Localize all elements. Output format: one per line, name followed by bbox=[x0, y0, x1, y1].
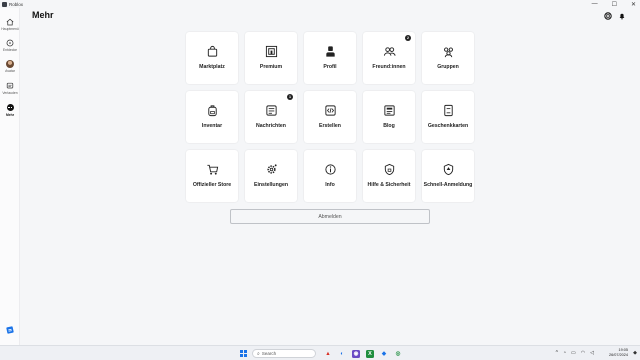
wifi-icon[interactable]: ◠ bbox=[581, 350, 585, 356]
tile-gift-cards[interactable]: Geschenkkarten bbox=[422, 91, 474, 143]
display-icon[interactable]: ▭ bbox=[571, 350, 576, 356]
chevron-up-icon[interactable]: ^ bbox=[556, 350, 558, 356]
edge-app-icon[interactable]: ◐ bbox=[338, 350, 346, 358]
info-icon bbox=[323, 162, 337, 176]
sidebar: Hauptmenü Entdecke Avatar Verlauden Mehr bbox=[0, 8, 20, 345]
tile-official-store[interactable]: Offizieller Store bbox=[186, 150, 238, 202]
roblox-taskbar-icon[interactable]: ◆ bbox=[380, 350, 388, 358]
robux-icon[interactable] bbox=[603, 11, 612, 20]
clock-date: 26/07/2024 bbox=[608, 353, 628, 357]
groups-icon bbox=[441, 44, 455, 58]
window-title: Roblox bbox=[9, 1, 24, 7]
tile-label: Einstellungen bbox=[253, 182, 288, 188]
settings-icon bbox=[264, 162, 278, 176]
maximize-button[interactable]: ☐ bbox=[612, 1, 617, 8]
close-button[interactable]: ✕ bbox=[631, 1, 636, 8]
search-icon: ⌕ bbox=[257, 350, 260, 357]
sidebar-item-label: Verlauden bbox=[2, 91, 18, 95]
tile-settings[interactable]: Einstellungen bbox=[245, 150, 297, 202]
friends-badge: 2 bbox=[405, 35, 411, 41]
more-icon bbox=[6, 103, 15, 112]
network-icon[interactable]: ◔ bbox=[563, 350, 566, 356]
taskbar-clock[interactable]: 19:05 26/07/2024 bbox=[609, 348, 628, 358]
profile-icon bbox=[323, 44, 337, 58]
sidebar-item-label: Hauptmenü bbox=[1, 27, 19, 31]
tile-label: Premium bbox=[259, 64, 283, 70]
windows-start-icon[interactable] bbox=[240, 350, 247, 357]
tile-premium[interactable]: Premium bbox=[245, 32, 297, 84]
shopping-bag-icon bbox=[205, 44, 219, 58]
tile-label: Offizieller Store bbox=[192, 182, 232, 188]
tile-label: Profil bbox=[323, 64, 337, 70]
blog-icon bbox=[382, 103, 396, 117]
avatar-icon bbox=[6, 59, 15, 68]
notifications-icon[interactable] bbox=[617, 11, 626, 20]
tile-label: Gruppen bbox=[437, 64, 459, 70]
page-title: Mehr bbox=[32, 10, 54, 20]
chat-icon bbox=[6, 81, 15, 90]
create-icon bbox=[323, 103, 337, 117]
tile-groups[interactable]: Gruppen bbox=[422, 32, 474, 84]
window-controls: — ☐ ✕ bbox=[592, 0, 636, 8]
tile-label: Freund:innen bbox=[372, 64, 406, 70]
sidebar-item-more[interactable]: Mehr bbox=[0, 103, 20, 117]
sidebar-item-chat[interactable]: Verlauden bbox=[0, 81, 20, 95]
tile-label: Marktplatz bbox=[199, 64, 225, 70]
logout-button[interactable]: Abmelden bbox=[230, 209, 430, 224]
tile-label: Erstellen bbox=[319, 123, 341, 129]
search-placeholder: Search bbox=[261, 351, 277, 356]
gift-card-icon bbox=[441, 103, 455, 117]
sidebar-item-discover[interactable]: Entdecke bbox=[0, 38, 20, 52]
whatsapp-app-icon[interactable]: ◎ bbox=[394, 350, 402, 358]
cart-icon bbox=[205, 162, 219, 176]
excel-app-icon[interactable]: X bbox=[366, 349, 374, 358]
backpack-icon bbox=[205, 103, 219, 117]
tile-help-safety[interactable]: Hilfe & Sicherheit bbox=[363, 150, 415, 202]
sidebar-item-label: Entdecke bbox=[2, 48, 18, 52]
sidebar-item-home[interactable]: Hauptmenü bbox=[0, 17, 20, 31]
roblox-app-icon bbox=[2, 1, 7, 7]
sidebar-item-label: Avatar bbox=[5, 69, 15, 73]
tile-label: Geschenkkarten bbox=[427, 123, 469, 129]
volume-icon[interactable]: ◁ bbox=[590, 350, 594, 356]
tile-create[interactable]: Erstellen bbox=[304, 91, 356, 143]
tile-label: Blog bbox=[383, 123, 395, 129]
tile-profile[interactable]: Profil bbox=[304, 32, 356, 84]
tile-label: Hilfe & Sicherheit bbox=[367, 182, 411, 188]
messages-badge: 1 bbox=[287, 94, 293, 100]
tile-label: Nachrichten bbox=[256, 123, 286, 129]
minimize-button[interactable]: — bbox=[592, 1, 598, 7]
system-tray[interactable]: ^ ◔ ▭ ◠ ◁ bbox=[556, 350, 594, 356]
compass-icon bbox=[6, 38, 15, 47]
friends-icon bbox=[382, 44, 396, 58]
title-bar: Roblox — ☐ ✕ bbox=[0, 0, 640, 8]
tile-label: Info bbox=[325, 182, 335, 188]
roblox-logo-icon[interactable] bbox=[6, 326, 14, 334]
tile-quick-login[interactable]: Schnell-Anmeldung bbox=[422, 150, 474, 202]
tile-label: Schnell-Anmeldung bbox=[423, 182, 473, 188]
discord-app-icon[interactable]: ◉ bbox=[352, 349, 360, 358]
adobe-app-icon[interactable]: ▲ bbox=[324, 350, 332, 358]
premium-icon bbox=[264, 44, 278, 58]
quick-login-icon bbox=[441, 162, 455, 176]
tile-info[interactable]: Info bbox=[304, 150, 356, 202]
tile-blog[interactable]: Blog bbox=[363, 91, 415, 143]
sidebar-item-label: Mehr bbox=[5, 113, 15, 117]
tile-inventory[interactable]: Inventar bbox=[186, 91, 238, 143]
home-icon bbox=[6, 17, 15, 26]
notification-center-icon[interactable]: ◆ bbox=[633, 350, 637, 356]
taskbar: ⌕ Search ▲ ◐ ◉ X ◆ ◎ ^ ◔ ▭ ◠ ◁ 19:05 26/… bbox=[0, 345, 640, 360]
safety-icon bbox=[382, 162, 396, 176]
taskbar-search[interactable]: ⌕ Search bbox=[252, 349, 316, 358]
tile-marketplace[interactable]: Marktplatz bbox=[186, 32, 238, 84]
tile-label: Inventar bbox=[201, 123, 223, 129]
messages-icon bbox=[264, 103, 278, 117]
sidebar-item-avatar[interactable]: Avatar bbox=[0, 59, 20, 73]
